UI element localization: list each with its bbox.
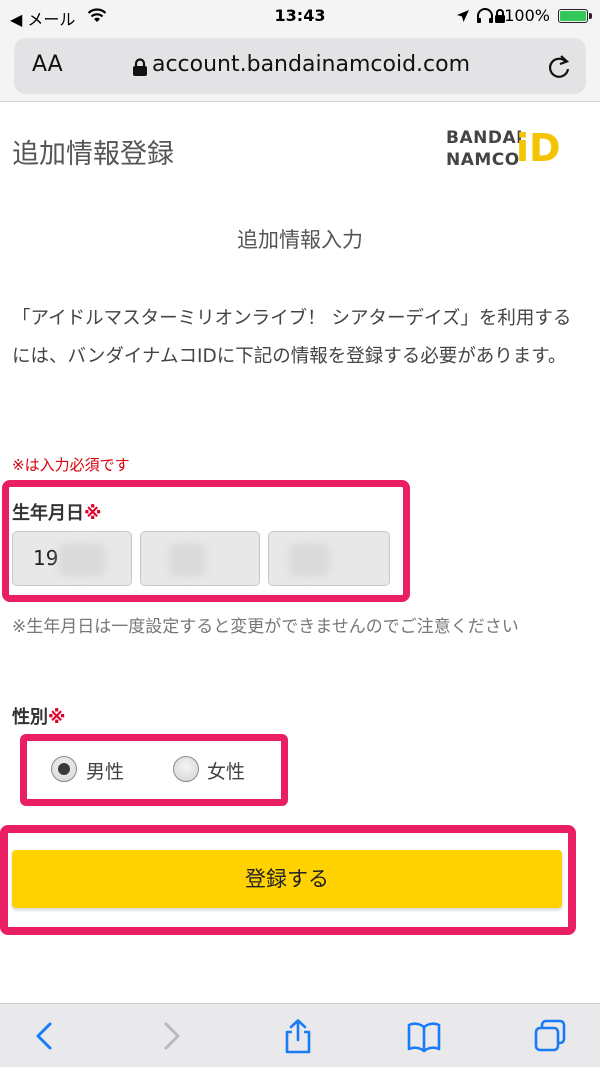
back-icon[interactable] [28, 1018, 62, 1054]
gender-label: 性別※ [12, 703, 66, 729]
forward-icon[interactable] [154, 1018, 188, 1054]
gender-radio-female[interactable] [173, 756, 199, 782]
gender-option-male[interactable]: 男性 [86, 757, 124, 784]
birthdate-note: ※生年月日は一度設定すると変更ができませんのでご注意ください [12, 617, 519, 637]
page-title: 追加情報登録 [12, 139, 174, 170]
tabs-icon[interactable] [533, 1018, 567, 1054]
register-button[interactable]: 登録する [12, 850, 562, 908]
share-icon[interactable] [281, 1018, 315, 1054]
address-bar[interactable]: AA account.bandainamcoid.com [14, 38, 586, 94]
browser-address-area: AA account.bandainamcoid.com [0, 32, 600, 102]
location-icon [457, 10, 469, 22]
required-note: ※は入力必須です [12, 456, 130, 474]
gender-label-text: 性別 [12, 707, 48, 728]
reload-icon[interactable] [546, 52, 572, 80]
intro-text: 「アイドルマスターミリオンライブ！ シアターデイズ」を利用するには、バンダイナム… [12, 308, 572, 367]
battery-percentage: 100% [504, 6, 550, 25]
gender-radio-male[interactable] [51, 756, 77, 782]
battery-icon [558, 9, 592, 23]
battery-level [560, 11, 586, 21]
bandai-namco-id-logo[interactable]: BANDAI NAMCO iD [446, 126, 566, 172]
required-mark: ※ [48, 707, 66, 728]
headphones-icon [477, 8, 493, 23]
bookmarks-icon[interactable] [407, 1018, 441, 1054]
gender-option-female[interactable]: 女性 [207, 757, 245, 784]
birthdate-highlight-frame [2, 480, 410, 602]
url-text: account.bandainamcoid.com [151, 52, 471, 77]
section-heading: 追加情報入力 [237, 228, 363, 252]
logo-text-namco: NAMCO [446, 150, 520, 170]
browser-toolbar [0, 1003, 600, 1067]
status-bar: ◀ メール 13:43 100% [0, 0, 600, 32]
logo-text-bandai: BANDAI [446, 128, 523, 148]
logo-id-mark: iD [516, 126, 561, 170]
